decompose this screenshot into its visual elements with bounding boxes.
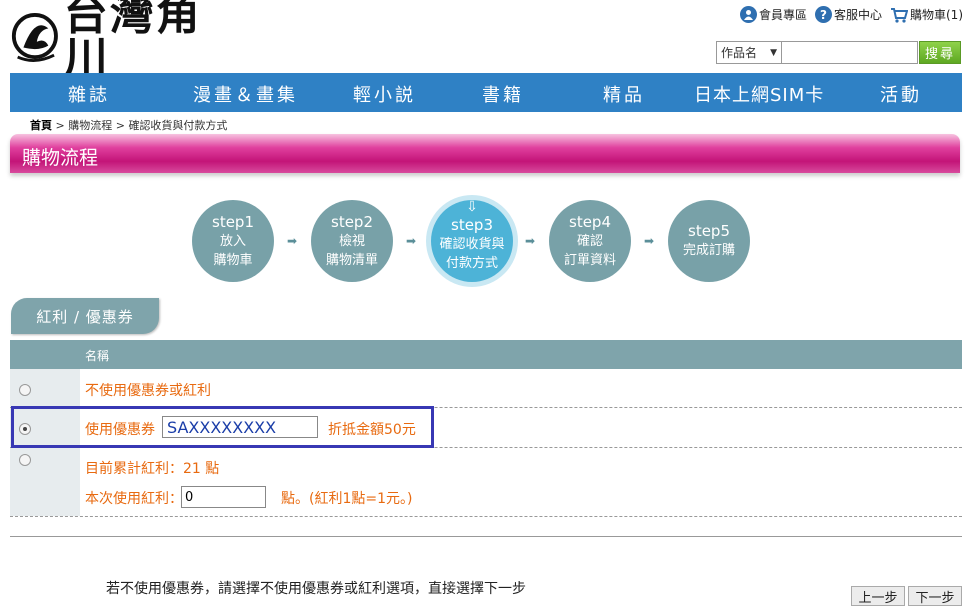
- help-icon: ?: [814, 6, 832, 23]
- breadcrumb-separator: >: [115, 119, 125, 132]
- nav-item-light-novel[interactable]: 輕小説: [353, 81, 416, 107]
- step-3-active: ⇩ step3 確認收貨與 付款方式: [431, 200, 513, 282]
- page-title: 購物流程: [22, 147, 99, 169]
- nav-item-events[interactable]: 活動: [880, 81, 922, 107]
- step-label-line1: 確認收貨與: [439, 236, 505, 252]
- step-label-line2: 訂單資料: [563, 252, 616, 268]
- breadcrumb-home[interactable]: 首頁: [30, 119, 52, 132]
- bonus-rule-text: 點。(紅利1點=1元。): [281, 491, 413, 507]
- bonus-use-label: 本次使用紅利：: [85, 491, 183, 507]
- main-nav: 雜誌 漫畫＆畫集 輕小説 書籍 精品 日本上網SIM卡 活動: [10, 73, 962, 112]
- prev-step-button[interactable]: 上一步: [851, 586, 905, 606]
- bonus-total-text: 目前累計紅利：21 點: [85, 461, 220, 477]
- help-link-label: 客服中心: [833, 8, 882, 22]
- member-link-label: 會員專區: [758, 8, 807, 22]
- step-label-line1: 完成訂購: [682, 243, 735, 258]
- step-label-line2: 購物清單: [325, 252, 378, 268]
- step-number: step4: [569, 212, 611, 231]
- step-1: step1 放入 購物車: [192, 200, 274, 282]
- arrow-right-icon: ➡: [406, 234, 417, 248]
- cart-link-label: 購物車(1): [910, 8, 963, 22]
- search-input[interactable]: [782, 41, 918, 64]
- bonus-points-input[interactable]: [181, 486, 266, 508]
- arrow-right-icon: ➡: [644, 234, 655, 248]
- radio-no-discount[interactable]: [19, 384, 31, 396]
- step-label-line1: 檢視: [338, 233, 365, 249]
- search-button[interactable]: 搜尋: [919, 41, 961, 64]
- divider: [10, 536, 962, 537]
- step-2: step2 檢視 購物清單: [311, 200, 393, 282]
- step-label-line2: 付款方式: [445, 255, 498, 271]
- nav-item-comics[interactable]: 漫畫＆畫集: [193, 81, 298, 107]
- phoenix-logo-icon: [11, 13, 58, 62]
- table-row-no-discount: 不使用優惠券或紅利: [10, 369, 962, 408]
- breadcrumb-separator: >: [55, 119, 65, 132]
- arrow-right-icon: ➡: [525, 234, 536, 248]
- radio-use-bonus[interactable]: [19, 454, 31, 466]
- breadcrumb: 首頁 > 購物流程 > 確認收貨與付款方式: [30, 117, 227, 133]
- nav-item-magazine[interactable]: 雜誌: [68, 81, 110, 107]
- logo-text: 台灣角川: [63, 0, 202, 84]
- nav-item-sim-card[interactable]: 日本上網SIM卡: [694, 81, 824, 107]
- step-number: step3: [451, 215, 493, 234]
- coupon-highlight-box: [11, 406, 434, 448]
- step-label-line2: 購物車: [213, 252, 253, 268]
- step-number: step2: [331, 212, 373, 231]
- step-label-line1: 確認: [576, 233, 603, 249]
- page-title-bar: 購物流程: [10, 134, 960, 173]
- nav-item-books[interactable]: 書籍: [482, 81, 524, 107]
- column-header-name: 名稱: [85, 349, 110, 363]
- breadcrumb-current: 確認收貨與付款方式: [128, 119, 228, 132]
- step-5: step5 完成訂購: [668, 200, 750, 282]
- table-header: 名稱: [10, 340, 962, 369]
- nav-item-goods[interactable]: 精品: [603, 81, 645, 107]
- arrow-down-icon: ⇩: [466, 199, 478, 215]
- help-link[interactable]: ? 客服中心: [814, 6, 882, 23]
- cart-icon: [891, 7, 908, 23]
- site-logo[interactable]: 台灣角川: [10, 0, 240, 81]
- step-number: step1: [212, 212, 254, 231]
- breadcrumb-level2[interactable]: 購物流程: [68, 119, 112, 132]
- search-bar: 作品名 ▼ 搜尋: [716, 41, 961, 64]
- member-icon: [739, 6, 757, 23]
- next-step-button[interactable]: 下一步: [908, 586, 962, 606]
- arrow-right-icon: ➡: [287, 234, 298, 248]
- step-number: step5: [688, 222, 730, 240]
- bonus-coupon-tab: 紅利 / 優惠券: [11, 298, 159, 334]
- cart-link[interactable]: 購物車(1): [890, 6, 963, 23]
- search-category-value: 作品名: [721, 46, 758, 60]
- step-4: step4 確認 訂單資料: [549, 200, 631, 282]
- dropdown-arrow-icon: ▼: [770, 47, 777, 58]
- table-row-bonus: 目前累計紅利：21 點 本次使用紅利： 點。(紅利1點=1元。): [10, 448, 962, 517]
- option-no-discount-label: 不使用優惠券或紅利: [85, 383, 211, 399]
- step-label-line1: 放入: [219, 233, 246, 249]
- member-link[interactable]: 會員專區: [739, 6, 807, 23]
- top-links: 會員專區 ? 客服中心 購物車(1): [739, 6, 963, 23]
- footer-note: 若不使用優惠券，請選擇不使用優惠券或紅利選項，直接選擇下一步: [106, 581, 526, 597]
- search-category-select[interactable]: 作品名 ▼: [716, 41, 782, 64]
